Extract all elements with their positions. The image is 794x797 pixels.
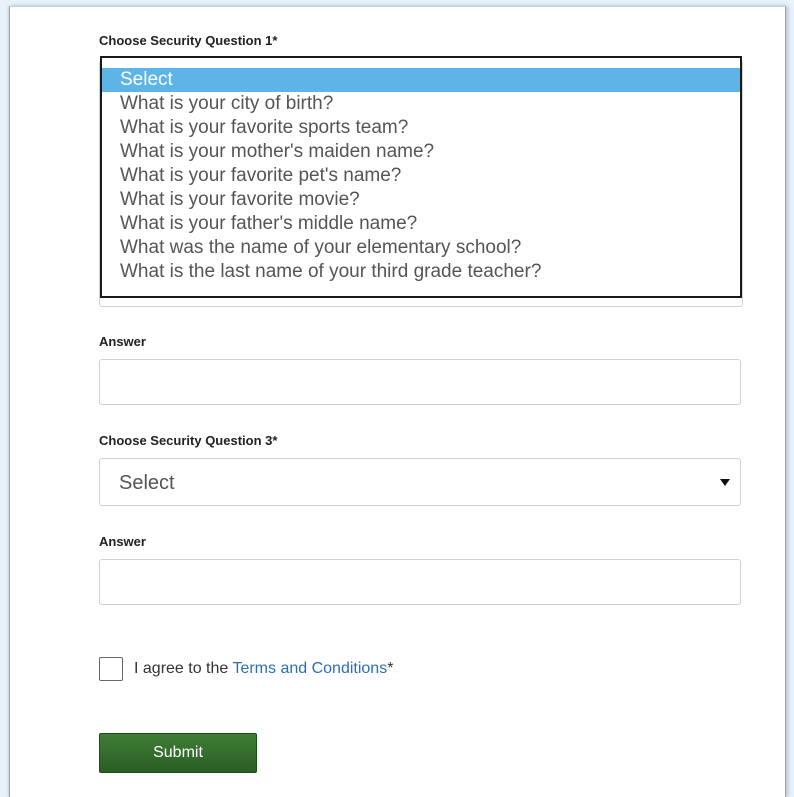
question3-label: Choose Security Question 3* — [99, 433, 278, 448]
dropdown-option[interactable]: What is the last name of your third grad… — [102, 260, 740, 284]
dropdown-option[interactable]: What is your favorite movie? — [102, 188, 740, 212]
answer3-input[interactable] — [99, 559, 741, 605]
question3-selected-value: Select — [119, 472, 175, 494]
terms-link[interactable]: Terms and Conditions — [232, 660, 387, 677]
dropdown-option[interactable]: What is your mother's maiden name? — [102, 140, 740, 164]
dropdown-option[interactable]: What was the name of your elementary sch… — [102, 236, 740, 260]
terms-checkbox[interactable] — [99, 657, 123, 681]
question3-select[interactable]: Select — [99, 458, 741, 506]
answer1-label: Answer — [99, 334, 146, 349]
answer1-input[interactable] — [99, 359, 741, 405]
dropdown-option[interactable]: What is your father's middle name? — [102, 212, 740, 236]
question1-dropdown-list[interactable]: Select What is your city of birth? What … — [100, 56, 742, 298]
dropdown-option[interactable]: What is your favorite pet's name? — [102, 164, 740, 188]
submit-button[interactable]: Submit — [99, 733, 257, 773]
dropdown-option[interactable]: What is your favorite sports team? — [102, 116, 740, 140]
dropdown-option-select[interactable]: Select — [102, 68, 740, 92]
terms-required-mark: * — [387, 660, 394, 677]
answer3-label: Answer — [99, 534, 146, 549]
caret-down-icon — [720, 479, 730, 486]
dropdown-option[interactable]: What is your city of birth? — [102, 92, 740, 116]
terms-label: I agree to the Terms and Conditions* — [134, 660, 393, 678]
question1-label: Choose Security Question 1* — [99, 33, 278, 48]
terms-prefix: I agree to the — [134, 660, 233, 677]
